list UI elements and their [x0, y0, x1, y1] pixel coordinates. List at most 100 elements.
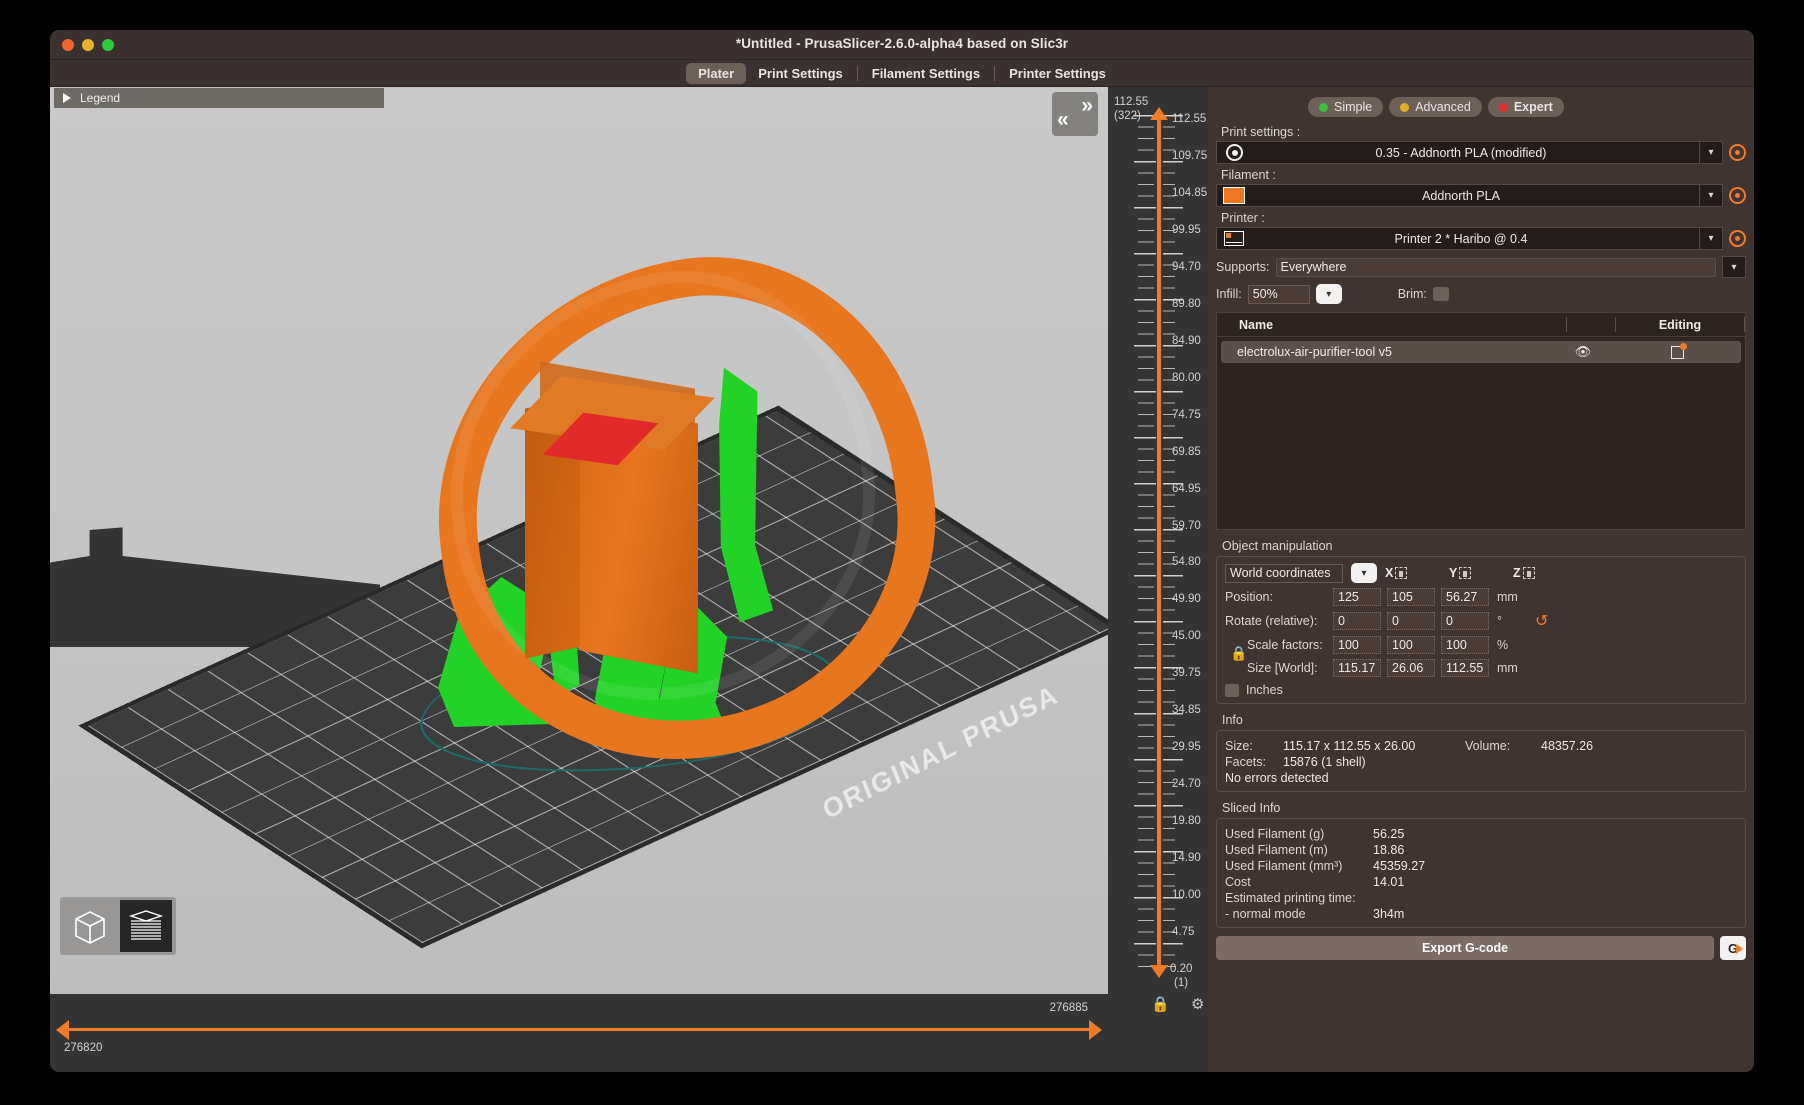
- info-title: Info: [1222, 713, 1243, 727]
- tab-filament-settings[interactable]: Filament Settings: [860, 63, 992, 84]
- size-unit: mm: [1497, 661, 1518, 675]
- sliced-info-key: Used Filament (g): [1225, 827, 1325, 841]
- object-edit-cell[interactable]: [1613, 342, 1741, 359]
- sliced-info-title: Sliced Info: [1222, 801, 1281, 815]
- chevron-left-icon: «: [1057, 108, 1069, 131]
- layer-tick-label: 34.85: [1172, 704, 1201, 717]
- eye-icon[interactable]: 👁: [1553, 344, 1613, 360]
- layer-tick-label: 99.95: [1172, 223, 1201, 236]
- supports-chevron-down-icon[interactable]: ▾: [1722, 256, 1746, 278]
- view-3d-button[interactable]: [64, 900, 116, 952]
- view-preview-button[interactable]: [120, 900, 172, 952]
- slider-track[interactable]: [68, 1028, 1090, 1031]
- infill-chevron-down-icon[interactable]: ▾: [1315, 284, 1342, 304]
- mode-dot-simple: [1319, 102, 1328, 112]
- print-settings-edit-icon[interactable]: [1729, 144, 1746, 161]
- info-facets-key: Facets:: [1225, 755, 1266, 769]
- chevron-down-icon[interactable]: ▾: [1700, 227, 1723, 250]
- column-name: Name: [1239, 317, 1274, 332]
- window-title: *Untitled - PrusaSlicer-2.6.0-alpha4 bas…: [735, 36, 1069, 51]
- sliced-info-key: Cost: [1225, 875, 1251, 889]
- mode-expert-button[interactable]: Expert: [1487, 97, 1564, 117]
- filament-edit-icon[interactable]: [1729, 187, 1746, 204]
- printer-combo[interactable]: Printer 2 * Haribo @ 0.4 ▾: [1216, 227, 1746, 250]
- infill-row: Infill: 50% ▾ Brim:: [1216, 284, 1746, 304]
- layer-slider-upper-handle[interactable]: [1150, 107, 1168, 120]
- export-gcode-button[interactable]: Export G-code: [1216, 936, 1714, 960]
- printer-field[interactable]: Printer 2 * Haribo @ 0.4: [1216, 227, 1700, 250]
- layer-slider-bar[interactable]: [1157, 117, 1161, 972]
- 3d-viewport[interactable]: ORIGINAL PRUSA Legend » «: [50, 87, 1108, 994]
- slider-right-handle[interactable]: [1089, 1020, 1102, 1040]
- layer-slider[interactable]: 112.55 (322) 0.20 (1) 🔒 ⚙ 112.55 109.75 10…: [1108, 87, 1208, 1072]
- position-z-input[interactable]: 56.27: [1441, 588, 1489, 606]
- size-y-input[interactable]: 26.06: [1387, 659, 1435, 677]
- inches-label: Inches: [1246, 683, 1283, 697]
- rotate-label: Rotate (relative):: [1225, 614, 1318, 628]
- rotate-x-input[interactable]: 0: [1333, 612, 1381, 630]
- info-size-key: Size:: [1225, 739, 1253, 753]
- coordinate-system-value[interactable]: World coordinates: [1225, 563, 1343, 583]
- position-y-input[interactable]: 105: [1387, 588, 1435, 606]
- printer-icon: [1224, 231, 1244, 246]
- filament-swatch-icon: [1223, 187, 1245, 204]
- print-settings-field[interactable]: 0.35 - Addnorth PLA (modified): [1216, 141, 1700, 164]
- table-row[interactable]: electrolux-air-purifier-tool v5 👁: [1221, 341, 1741, 363]
- layer-tick-label: 4.75: [1172, 926, 1195, 939]
- print-settings-combo[interactable]: 0.35 - Addnorth PLA (modified) ▾: [1216, 141, 1746, 164]
- size-x-input[interactable]: 115.17: [1333, 659, 1381, 677]
- position-label: Position:: [1225, 590, 1273, 604]
- info-errors-value: No errors detected: [1225, 771, 1329, 785]
- layer-tick-label: 19.80: [1172, 815, 1201, 828]
- coordinate-chevron-down-icon[interactable]: ▾: [1351, 563, 1377, 583]
- legend-label: Legend: [80, 91, 121, 105]
- reset-rotation-icon[interactable]: ↺: [1535, 611, 1548, 631]
- lock-icon[interactable]: 🔒: [1230, 645, 1247, 662]
- filament-field[interactable]: Addnorth PLA: [1216, 184, 1700, 207]
- tab-plater[interactable]: Plater: [686, 62, 747, 84]
- prusaslicer-window: *Untitled - PrusaSlicer-2.6.0-alpha4 bas…: [50, 30, 1754, 1072]
- chevron-down-icon[interactable]: ▾: [1700, 141, 1723, 164]
- sliced-model[interactable]: [391, 220, 961, 800]
- print-settings-value: 0.35 - Addnorth PLA (modified): [1375, 145, 1547, 160]
- tab-printer-settings[interactable]: Printer Settings: [997, 63, 1118, 84]
- size-z-input[interactable]: 112.55: [1441, 659, 1489, 677]
- slider-max-label: 276885: [1049, 1002, 1088, 1014]
- position-x-input[interactable]: 125: [1333, 588, 1381, 606]
- info-volume-value: 48357.26: [1541, 739, 1594, 753]
- printer-edit-icon[interactable]: [1729, 230, 1746, 247]
- rotate-z-input[interactable]: 0: [1441, 612, 1489, 630]
- mode-dot-advanced: [1400, 102, 1410, 112]
- horizontal-move-slider[interactable]: 276820 276885: [50, 994, 1108, 1072]
- layer-tick-label: 74.75: [1172, 408, 1201, 421]
- mode-simple-button[interactable]: Simple: [1308, 97, 1384, 117]
- legend-bar[interactable]: Legend: [54, 88, 384, 108]
- sliced-info-value: 3h4m: [1373, 907, 1405, 921]
- gear-icon[interactable]: ⚙: [1191, 995, 1204, 1013]
- scale-x-input[interactable]: 100: [1333, 636, 1381, 654]
- infill-value[interactable]: 50%: [1247, 284, 1310, 304]
- send-gcode-button[interactable]: G: [1720, 936, 1746, 960]
- size-label: Size [World]:: [1247, 661, 1318, 675]
- axis-z-icon: [1522, 567, 1535, 579]
- supports-value[interactable]: Everywhere: [1275, 257, 1716, 277]
- filament-combo[interactable]: Addnorth PLA ▾: [1216, 184, 1746, 207]
- axis-y-icon: [1459, 567, 1472, 579]
- mode-advanced-button[interactable]: Advanced: [1389, 97, 1482, 117]
- scale-z-input[interactable]: 100: [1441, 636, 1489, 654]
- tab-print-settings[interactable]: Print Settings: [746, 63, 855, 84]
- rotate-y-input[interactable]: 0: [1387, 612, 1435, 630]
- sliced-info-box: Used Filament (g) 56.25 Used Filament (m) 1…: [1216, 818, 1746, 928]
- lock-icon[interactable]: 🔒: [1151, 995, 1170, 1013]
- scale-y-input[interactable]: 100: [1387, 636, 1435, 654]
- inches-checkbox[interactable]: [1225, 683, 1239, 697]
- layer-slider-lower-handle[interactable]: [1150, 965, 1168, 978]
- mode-dot-expert: [1498, 102, 1508, 112]
- object-list[interactable]: Name Editing electrolux-air-purifier-too…: [1216, 312, 1746, 530]
- chevron-down-icon[interactable]: ▾: [1700, 184, 1723, 207]
- layer-tick-label: 89.80: [1172, 297, 1201, 310]
- layer-tick-label: 84.90: [1172, 334, 1201, 347]
- collapse-sidebar-button[interactable]: » «: [1052, 92, 1098, 136]
- brim-checkbox[interactable]: [1432, 287, 1449, 301]
- gear-dot-icon: [1226, 144, 1243, 161]
